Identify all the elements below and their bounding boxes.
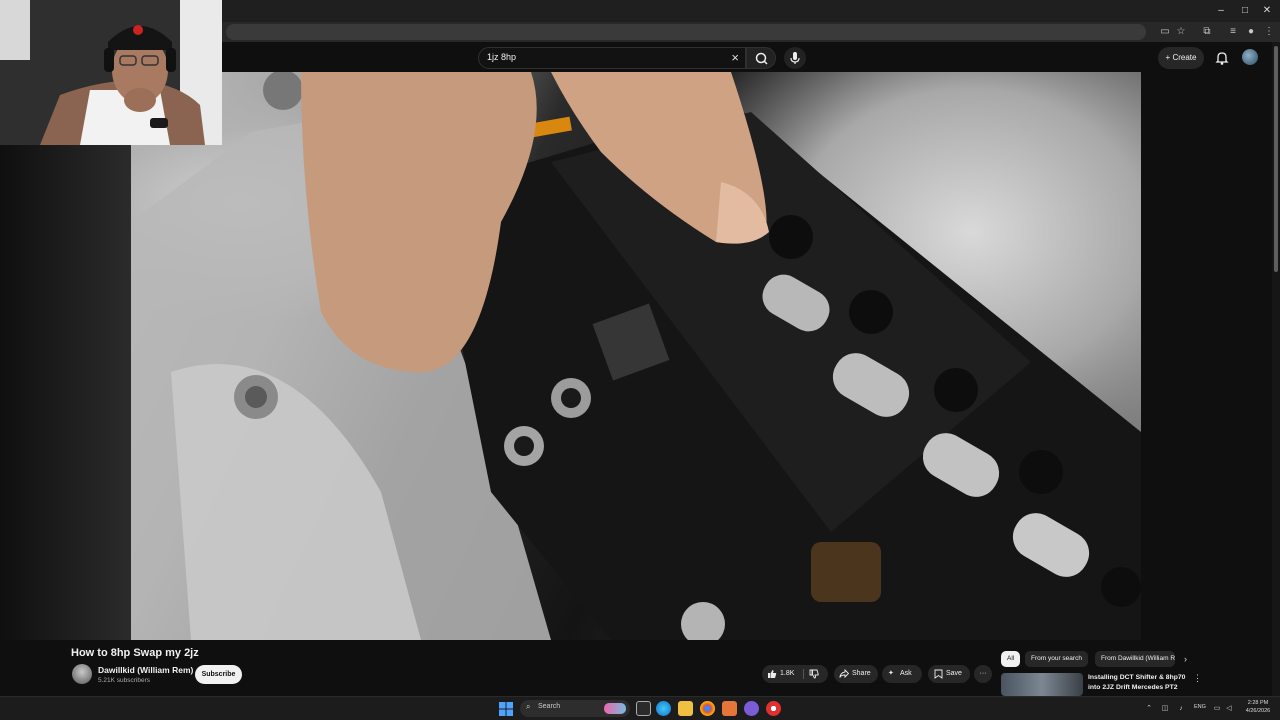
windows-start-icon[interactable] [499, 702, 513, 716]
input-language[interactable]: ENG [1194, 704, 1206, 710]
thumbs-up-icon[interactable] [767, 669, 777, 679]
tray-mic-icon[interactable]: ♪ [1176, 704, 1186, 714]
recommended-more-icon[interactable]: ⋮ [1193, 673, 1202, 684]
save-label: Save [946, 670, 962, 677]
bookmark-star-icon[interactable]: ☆ [1174, 25, 1188, 39]
chip-from-channel[interactable]: From Dawillkid (William Rem) [1095, 651, 1175, 667]
minimize-button[interactable]: – [1210, 4, 1232, 18]
chrome-alt-icon[interactable] [766, 701, 781, 716]
player-left-edge [0, 72, 131, 640]
clock-date: 4/26/2026 [1245, 708, 1271, 714]
account-avatar[interactable] [1242, 49, 1258, 65]
profile-icon[interactable]: ● [1244, 25, 1258, 39]
chip-from-your-search[interactable]: From your search [1025, 651, 1088, 667]
chrome-icon[interactable] [700, 701, 715, 716]
channel-avatar[interactable] [72, 664, 92, 684]
tray-camera-icon[interactable]: ◫ [1160, 704, 1170, 714]
extensions-icon[interactable]: ⧉ [1200, 25, 1214, 39]
like-count[interactable]: 1.8K [780, 665, 794, 683]
video-player[interactable] [131, 72, 1141, 640]
microphone-icon [790, 52, 800, 64]
page-scrollbar[interactable] [1272, 42, 1280, 696]
ask-button[interactable]: ✦ Ask [882, 665, 922, 683]
more-actions-button[interactable]: ··· [974, 665, 992, 683]
voice-search-button[interactable] [784, 47, 806, 69]
edge-icon[interactable] [656, 701, 671, 716]
address-bar[interactable] [226, 24, 1146, 40]
clock-time: 2:28 PM [1247, 700, 1269, 706]
network-icon[interactable]: ▭ [1212, 704, 1222, 714]
taskbar-search-label: Search [538, 703, 561, 710]
chevron-right-icon[interactable]: › [1184, 654, 1187, 664]
app-icon[interactable] [722, 701, 737, 716]
clear-search-icon[interactable]: × [731, 50, 739, 65]
sparkle-icon: ✦ [888, 670, 894, 677]
create-button[interactable]: + Create [1158, 47, 1204, 69]
like-dislike-group: 1.8K [762, 665, 828, 683]
search-input[interactable]: 1jz 8hp × [478, 47, 746, 69]
notifications-button[interactable] [1212, 48, 1232, 68]
search-button[interactable] [746, 47, 776, 69]
maximize-button[interactable]: □ [1234, 4, 1256, 18]
messenger-icon[interactable] [744, 701, 759, 716]
video-frame [131, 72, 1141, 640]
close-window-button[interactable]: ✕ [1256, 4, 1278, 18]
volume-icon[interactable]: ◁ [1224, 704, 1234, 714]
search-query[interactable]: 1jz 8hp [487, 52, 516, 62]
clock[interactable]: 2:28 PM 4/26/2026 [1240, 699, 1276, 715]
video-title: How to 8hp Swap my 2jz [71, 647, 199, 659]
subscriber-count: 5.21K subscribers [98, 677, 151, 684]
browser-menu-icon[interactable]: ⋮ [1262, 25, 1276, 39]
search-highlight-icon [604, 703, 626, 714]
tray-chevron-icon[interactable]: ⌃ [1144, 704, 1154, 714]
install-app-icon[interactable]: ▭ [1158, 25, 1172, 39]
ask-label: Ask [900, 670, 912, 677]
windows-taskbar: ⌕ Search ⌃ ◫ ♪ ENG ▭ ◁ 2:28 PM 4/26/2026 [0, 696, 1280, 720]
share-label: Share [852, 670, 871, 677]
youtube-header: 1jz 8hp × + Create [222, 42, 1280, 72]
recommended-video-title[interactable]: Installing DCT Shifter & 8hp70 into 2JZ … [1088, 673, 1188, 693]
recommended-video-thumbnail[interactable] [1001, 673, 1083, 696]
webcam-overlay [0, 0, 222, 145]
save-icon [934, 669, 943, 679]
save-button[interactable]: Save [928, 665, 970, 683]
taskbar-search[interactable]: ⌕ Search [520, 700, 630, 717]
scrollbar-thumb[interactable] [1274, 46, 1278, 272]
search-icon [755, 52, 768, 65]
subscribe-button[interactable]: Subscribe [195, 665, 242, 684]
create-label: Create [1172, 53, 1197, 62]
thumbs-down-icon[interactable] [809, 669, 819, 679]
browser-toolbar: ▭ ☆ ⧉ ≡ ● ⋮ [222, 22, 1280, 42]
taskbar-search-icon: ⌕ [526, 702, 531, 711]
share-icon [839, 669, 849, 679]
task-view-icon[interactable] [636, 701, 651, 716]
streamer-feed [0, 0, 222, 145]
share-button[interactable]: Share [834, 665, 878, 683]
like-divider [803, 669, 804, 679]
bell-icon [1215, 52, 1229, 65]
file-explorer-icon[interactable] [678, 701, 693, 716]
channel-name[interactable]: Dawillkid (William Rem) [98, 665, 193, 675]
chip-all[interactable]: All [1001, 651, 1021, 667]
media-icon[interactable]: ≡ [1226, 25, 1240, 39]
video-info: How to 8hp Swap my 2jz Dawillkid (Willia… [0, 640, 1272, 696]
